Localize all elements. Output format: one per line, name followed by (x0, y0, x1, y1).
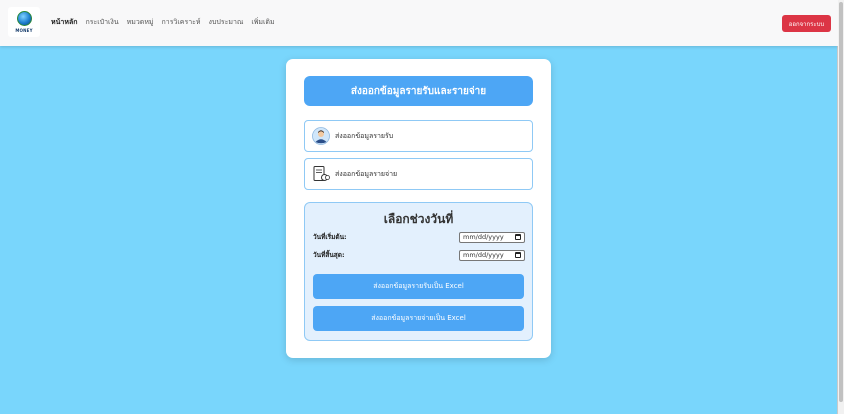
nav-link-analysis[interactable]: การวิเคราะห์ (162, 17, 201, 28)
card-title: ส่งออกข้อมูลรายรับและรายจ่าย (304, 76, 533, 106)
export-income-excel-button[interactable]: ส่งออกข้อมูลรายรับเป็น Excel (313, 274, 524, 299)
nav-link-wallet[interactable]: กระเป๋าเงิน (85, 17, 118, 28)
calendar-icon[interactable] (515, 234, 521, 240)
export-expense-excel-button[interactable]: ส่งออกข้อมูลรายจ่ายเป็น Excel (313, 306, 524, 331)
nav-link-more[interactable]: เพิ่มเติม (251, 17, 274, 28)
date-range-panel: เลือกช่วงวันที่ วันที่เริ่มต้น: mm/dd/yy… (304, 202, 533, 341)
user-icon (312, 127, 330, 145)
export-expense-label: ส่งออกข้อมูลรายจ่าย (335, 169, 398, 178)
nav-link-categories[interactable]: หมวดหมู่ (127, 17, 154, 28)
start-date-row: วันที่เริ่มต้น: mm/dd/yyyy (313, 231, 525, 243)
app-logo[interactable]: MONEY (8, 7, 40, 37)
end-date-input[interactable]: mm/dd/yyyy (459, 249, 525, 261)
export-income-label: ส่งออกข้อมูลรายรับ (335, 131, 394, 140)
nav-link-home[interactable]: หน้าหลัก (51, 17, 77, 28)
export-expense-option[interactable]: ส่งออกข้อมูลรายจ่าย (304, 158, 533, 190)
start-date-label: วันที่เริ่มต้น: (313, 233, 347, 241)
start-date-placeholder: mm/dd/yyyy (463, 233, 504, 241)
document-icon (312, 165, 330, 183)
export-card: ส่งออกข้อมูลรายรับและรายจ่าย ส่งออกข้อมู… (286, 59, 551, 358)
scrollbar-thumb[interactable] (839, 2, 843, 402)
navbar: MONEY หน้าหลัก กระเป๋าเงิน หมวดหมู่ การว… (0, 0, 838, 46)
calendar-icon[interactable] (515, 252, 521, 258)
scrollbar[interactable] (838, 0, 844, 414)
logo-text: MONEY (15, 28, 33, 33)
date-range-title: เลือกช่วงวันที่ (383, 212, 454, 226)
start-date-input[interactable]: mm/dd/yyyy (459, 231, 525, 243)
nav-link-budget[interactable]: งบประมาณ (209, 17, 244, 28)
page-background: MONEY หน้าหลัก กระเป๋าเงิน หมวดหมู่ การว… (0, 0, 838, 414)
export-income-option[interactable]: ส่งออกข้อมูลรายรับ (304, 120, 533, 152)
end-date-row: วันที่สิ้นสุด: mm/dd/yyyy (313, 249, 525, 261)
end-date-placeholder: mm/dd/yyyy (463, 251, 504, 259)
logout-button[interactable]: ออกจากระบบ (782, 15, 831, 32)
end-date-label: วันที่สิ้นสุด: (313, 251, 345, 259)
nav-links: หน้าหลัก กระเป๋าเงิน หมวดหมู่ การวิเคราะ… (51, 17, 283, 28)
globe-icon (16, 11, 32, 26)
